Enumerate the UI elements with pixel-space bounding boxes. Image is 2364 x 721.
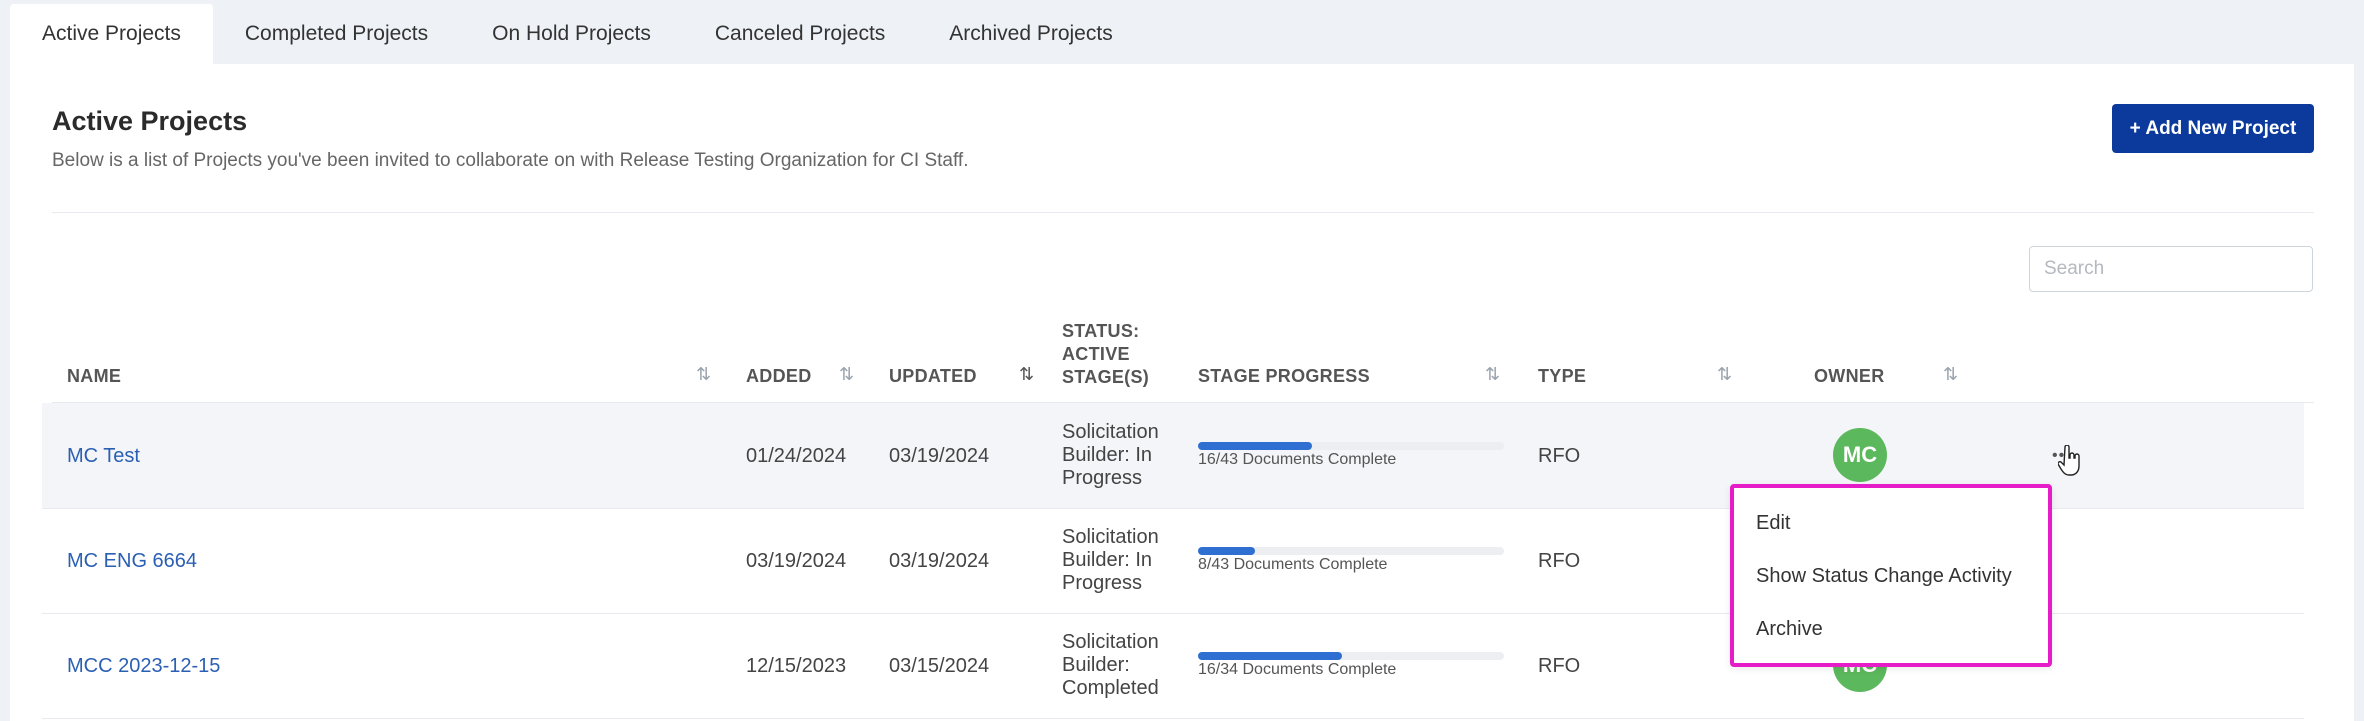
column-header-type[interactable]: TYPE xyxy=(1538,366,1586,387)
search-input[interactable] xyxy=(2029,246,2313,292)
column-header-name[interactable]: NAME xyxy=(67,366,121,387)
column-header-status-line1[interactable]: STATUS: xyxy=(1062,321,1139,342)
project-tabs: Active Projects Completed Projects On Ho… xyxy=(10,4,1145,64)
status-line: Solicitation xyxy=(1062,421,1159,443)
progress-bar-fill xyxy=(1198,652,1343,660)
progress-bar xyxy=(1198,547,1504,555)
page-description: Below is a list of Projects you've been … xyxy=(52,150,969,171)
status-line: Builder: In xyxy=(1062,444,1153,466)
project-type: RFO xyxy=(1538,550,1581,572)
sort-updated-icon[interactable]: ⇅ xyxy=(1019,364,1034,385)
tab-archived-projects[interactable]: Archived Projects xyxy=(917,4,1144,64)
menu-item-archive[interactable]: Archive xyxy=(1756,618,1823,641)
sort-owner-icon[interactable]: ⇅ xyxy=(1943,364,1958,385)
row-actions-dropdown: Edit Show Status Change Activity Archive xyxy=(1730,484,2052,667)
column-header-added[interactable]: ADDED xyxy=(746,366,812,387)
status-line: Builder: In xyxy=(1062,549,1153,571)
project-name-link[interactable]: MCC 2023-12-15 xyxy=(67,655,220,678)
owner-avatar: MC xyxy=(1833,428,1887,482)
status-line: Completed xyxy=(1062,677,1159,699)
project-name-link[interactable]: MC ENG 6664 xyxy=(67,550,197,573)
added-date: 03/19/2024 xyxy=(746,550,847,572)
divider xyxy=(52,212,2314,213)
sort-stage-progress-icon[interactable]: ⇅ xyxy=(1485,364,1500,385)
progress-bar-fill xyxy=(1198,442,1312,450)
page-title: Active Projects xyxy=(52,106,248,136)
sort-added-icon[interactable]: ⇅ xyxy=(839,364,854,385)
sort-type-icon[interactable]: ⇅ xyxy=(1717,364,1732,385)
tab-active-projects[interactable]: Active Projects xyxy=(10,4,213,64)
updated-date: 03/19/2024 xyxy=(889,445,990,467)
added-date: 01/24/2024 xyxy=(746,445,847,467)
tab-canceled-projects[interactable]: Canceled Projects xyxy=(683,4,917,64)
progress-bar xyxy=(1198,442,1504,450)
column-header-stage-progress[interactable]: STAGE PROGRESS xyxy=(1198,366,1370,387)
updated-date: 03/15/2024 xyxy=(889,655,990,677)
menu-item-edit[interactable]: Edit xyxy=(1756,512,1790,535)
added-date: 12/15/2023 xyxy=(746,655,847,677)
progress-text: 8/43 Documents Complete xyxy=(1198,556,1388,573)
progress-text: 16/43 Documents Complete xyxy=(1198,451,1397,468)
status-stage: Solicitation Builder: Completed xyxy=(1062,631,1182,700)
status-stage: Solicitation Builder: In Progress xyxy=(1062,526,1182,595)
status-stage: Solicitation Builder: In Progress xyxy=(1062,421,1182,490)
project-type: RFO xyxy=(1538,655,1581,677)
status-line: Progress xyxy=(1062,572,1143,594)
column-header-status-line3[interactable]: STAGE(S) xyxy=(1062,367,1149,388)
project-type: RFO xyxy=(1538,445,1581,467)
status-line: Solicitation xyxy=(1062,526,1159,548)
menu-item-show-status-change-activity[interactable]: Show Status Change Activity xyxy=(1756,565,2012,588)
project-name-link[interactable]: MC Test xyxy=(67,445,140,468)
add-new-project-button[interactable]: + Add New Project xyxy=(2112,104,2314,153)
column-header-updated[interactable]: UPDATED xyxy=(889,366,977,387)
progress-bar xyxy=(1198,652,1504,660)
status-line: Solicitation xyxy=(1062,631,1159,653)
column-header-status-line2[interactable]: ACTIVE xyxy=(1062,344,1130,365)
status-line: Builder: xyxy=(1062,654,1130,676)
hand-cursor-icon xyxy=(2058,445,2080,476)
progress-bar-fill xyxy=(1198,547,1255,555)
updated-date: 03/19/2024 xyxy=(889,550,990,572)
progress-text: 16/34 Documents Complete xyxy=(1198,661,1397,678)
sort-name-icon[interactable]: ⇅ xyxy=(696,364,711,385)
status-line: Progress xyxy=(1062,467,1143,489)
tab-completed-projects[interactable]: Completed Projects xyxy=(213,4,460,64)
column-header-owner[interactable]: OWNER xyxy=(1814,366,1885,387)
tab-on-hold-projects[interactable]: On Hold Projects xyxy=(460,4,683,64)
